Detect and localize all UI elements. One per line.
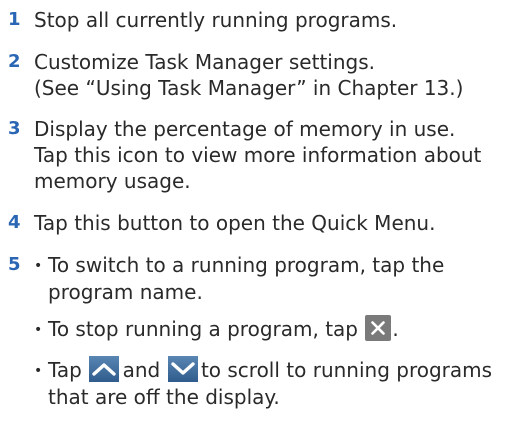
step-line: Stop all currently running programs. xyxy=(34,8,398,32)
bullet-item: • To switch to a running program, tap the… xyxy=(34,252,517,305)
bullet-text: program name. xyxy=(48,280,203,304)
step-number: 5 xyxy=(8,254,21,275)
step-text: Customize Task Manager settings. (See “U… xyxy=(34,49,517,101)
scroll-up-icon xyxy=(89,356,120,382)
step-line: Tap this button to open the Quick Menu. xyxy=(34,211,436,235)
step-number: 3 xyxy=(8,118,21,139)
bullet-dot: • xyxy=(34,363,43,379)
bullet-text: To switch to a running program, tap the xyxy=(48,253,445,277)
step-line: (See “Using Task Manager” in Chapter 13.… xyxy=(34,76,464,100)
bullet-item: • Tap and to scroll to running programs … xyxy=(34,356,517,410)
step-number: 1 xyxy=(8,9,21,30)
bullet-text: and xyxy=(122,358,161,382)
bullet-dot: • xyxy=(34,258,43,274)
scroll-down-icon xyxy=(167,356,198,382)
bullet-text: that are off the display. xyxy=(48,385,280,409)
bullet-text: to scroll to running programs xyxy=(200,358,493,382)
step-text: Display the percentage of memory in use.… xyxy=(34,116,517,194)
step-line: Tap this icon to view more information a… xyxy=(34,143,482,167)
bullet-text: To stop running a program, tap xyxy=(48,317,358,341)
bullet-dot: • xyxy=(34,322,43,338)
step-number: 2 xyxy=(8,51,21,72)
step-text: Stop all currently running programs. xyxy=(34,7,517,33)
step-number: 4 xyxy=(8,212,21,233)
step-line: Display the percentage of memory in use. xyxy=(34,117,456,141)
instruction-list: 1 Stop all currently running programs. 2… xyxy=(0,0,523,426)
bullet-text: . xyxy=(392,317,399,341)
bullet-item: • To stop running a program, tap . xyxy=(34,315,517,343)
close-icon xyxy=(365,315,392,341)
step-line: Customize Task Manager settings. xyxy=(34,50,375,74)
step-line: memory usage. xyxy=(34,169,191,193)
bullet-text: Tap xyxy=(48,358,82,382)
step-text: Tap this button to open the Quick Menu. xyxy=(34,210,517,236)
